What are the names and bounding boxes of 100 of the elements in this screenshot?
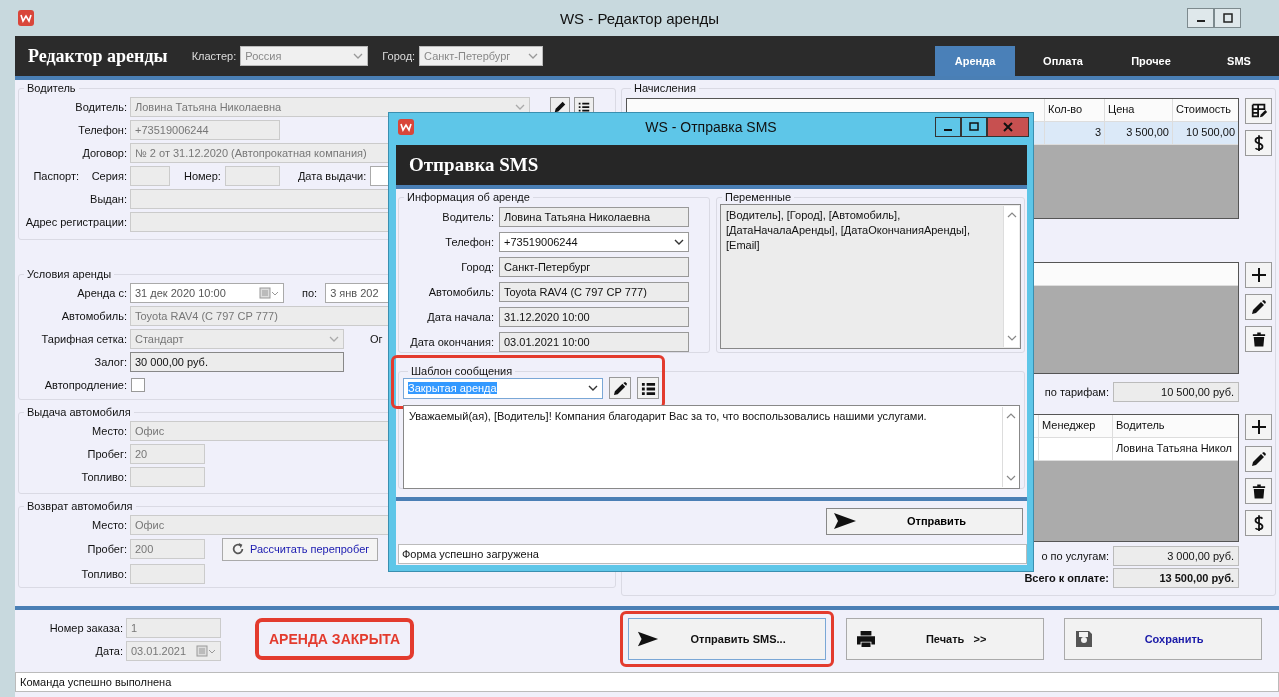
series-field[interactable]: [130, 165, 170, 186]
delete-button[interactable]: [1245, 478, 1272, 504]
calendar-icon: [259, 286, 279, 299]
action-button[interactable]: Отправить SMS...: [628, 618, 827, 660]
scrollbar[interactable]: [1002, 407, 1018, 487]
field-label: Топливо:: [80, 567, 128, 580]
trash-icon: [1251, 482, 1266, 500]
total-label: Всего к оплате:: [1024, 572, 1109, 584]
group-title: Шаблон сообщения: [410, 365, 514, 377]
fuel-field[interactable]: [130, 563, 205, 584]
field-label: Дата выдачи:: [297, 169, 367, 182]
dialog-status-bar: Форма успешно загружена: [398, 544, 1027, 564]
number-field[interactable]: [224, 165, 280, 186]
deposit-field[interactable]: 30 000,00 руб.: [130, 351, 344, 372]
date-picker[interactable]: 03.01.2021: [126, 640, 221, 661]
field-label: Телефон:: [77, 123, 128, 136]
tariff-dropdown[interactable]: Стандарт: [130, 328, 344, 349]
field-label: Автопродление:: [43, 378, 128, 391]
payment-button[interactable]: [1245, 130, 1272, 156]
chevron-icon: [353, 53, 364, 59]
action-button[interactable]: Сохранить: [1064, 618, 1263, 660]
phone-dropdown[interactable]: +73519006244: [499, 231, 689, 252]
field-label: Автомобиль:: [427, 285, 495, 298]
scroll-down-icon: [1006, 335, 1017, 341]
minimize-icon: [944, 129, 952, 131]
field-label: Телефон:: [444, 235, 495, 248]
autorenew-checkbox[interactable]: [131, 377, 145, 392]
chevron-icon: [329, 335, 339, 342]
chevron-icon: [674, 238, 684, 245]
field-label: Аренда с:: [76, 286, 128, 299]
message-text-area[interactable]: Уважаемый(ая), [Водитель]! Компания благодарит Вас за то, что воспользовались нашими услугами.: [403, 405, 1020, 489]
tab[interactable]: Прочее: [1111, 46, 1191, 76]
app-logo-icon: [398, 119, 414, 135]
field-label: Дата начала:: [426, 310, 495, 323]
editor-heading: Редактор аренды: [28, 45, 168, 67]
info-field: 03.01.2021 10:00: [499, 331, 689, 352]
edit-button[interactable]: [1245, 294, 1272, 320]
field-label: Залог:: [93, 355, 128, 368]
tab[interactable]: SMS: [1199, 46, 1279, 76]
cluster-dropdown[interactable]: Россия: [240, 46, 369, 66]
pencil-icon: [1250, 299, 1267, 315]
info-field: 31.12.2020 10:00: [499, 306, 689, 327]
city-dropdown[interactable]: Санкт-Петербург: [419, 46, 544, 66]
phone-field[interactable]: +73519006244: [130, 119, 280, 140]
maximize-icon: [1222, 13, 1233, 23]
list-button[interactable]: [637, 377, 659, 399]
driver-dropdown[interactable]: Ловина Татьяна Николаевна: [130, 96, 530, 117]
recalculate-button[interactable]: Рассчитать перепробег: [222, 537, 379, 561]
column-header: Кол-во: [1044, 99, 1104, 121]
add-button[interactable]: [1245, 262, 1272, 288]
variables-text-area[interactable]: [Водитель], [Город], [Автомобиль], [ДатаНачалаАренды], [ДатаОкончанияАренды], [Email]: [720, 204, 1021, 349]
tab[interactable]: Оплата: [1023, 46, 1103, 76]
group-title: Начисления: [633, 82, 697, 94]
calendar-icon: [196, 644, 216, 657]
template-dropdown[interactable]: Закрытая аренда: [403, 377, 603, 399]
info-field: Санкт-Петербург: [499, 256, 689, 277]
start-date-picker[interactable]: 31 дек 2020 10:00: [130, 282, 284, 303]
field-label: Номер заказа:: [48, 621, 124, 634]
minimize-button[interactable]: [1187, 8, 1214, 28]
mileage-field[interactable]: 200: [130, 539, 205, 559]
mileage-field[interactable]: 20: [130, 443, 205, 464]
printer-icon: [855, 630, 878, 648]
chevron-icon: [515, 103, 525, 110]
plus-icon: [1250, 267, 1267, 283]
order-number-field[interactable]: 1: [126, 617, 221, 638]
refresh-icon: [231, 542, 245, 556]
info-field: Toyota RAV4 (С 797 СР 777): [499, 281, 689, 302]
field-label: Пробег:: [86, 447, 128, 460]
maximize-button[interactable]: [961, 117, 987, 137]
payment-button[interactable]: [1245, 510, 1272, 536]
close-icon: [1003, 122, 1013, 132]
scrollbar[interactable]: [1003, 206, 1019, 347]
total-field: 3 000,00 руб.: [1113, 546, 1239, 566]
table-cell: 3 500,00: [1104, 122, 1172, 144]
fuel-field[interactable]: [130, 466, 205, 487]
edit-button[interactable]: [609, 377, 631, 399]
field-label: по:: [302, 286, 318, 299]
pencil-icon: [612, 380, 628, 396]
group-title: Выдача автомобиля: [26, 406, 132, 418]
close-button[interactable]: [987, 117, 1029, 137]
table-edit-icon: [1249, 102, 1268, 120]
scroll-up-icon: [1006, 212, 1017, 218]
field-label: Договор:: [81, 146, 128, 159]
group-title: Информация об аренде: [406, 191, 531, 203]
field-label: Водитель:: [74, 100, 128, 113]
send-button[interactable]: Отправить: [826, 507, 1023, 535]
dialog-title: WS - Отправка SMS: [645, 119, 777, 135]
minimize-button[interactable]: [935, 117, 961, 137]
table-cell: 10 500,00: [1172, 122, 1238, 144]
maximize-button[interactable]: [1214, 8, 1241, 28]
field-label: Город:: [460, 260, 495, 273]
scroll-up-icon: [1005, 413, 1016, 419]
chevron-icon: [588, 385, 598, 391]
edit-button[interactable]: [1245, 446, 1272, 472]
edit-table-button[interactable]: [1245, 98, 1272, 124]
add-button[interactable]: [1245, 414, 1272, 440]
delete-button[interactable]: [1245, 326, 1272, 352]
table-cell: 3: [1044, 122, 1104, 144]
tab[interactable]: Аренда: [935, 46, 1015, 76]
action-button[interactable]: Печать >>: [846, 618, 1045, 660]
